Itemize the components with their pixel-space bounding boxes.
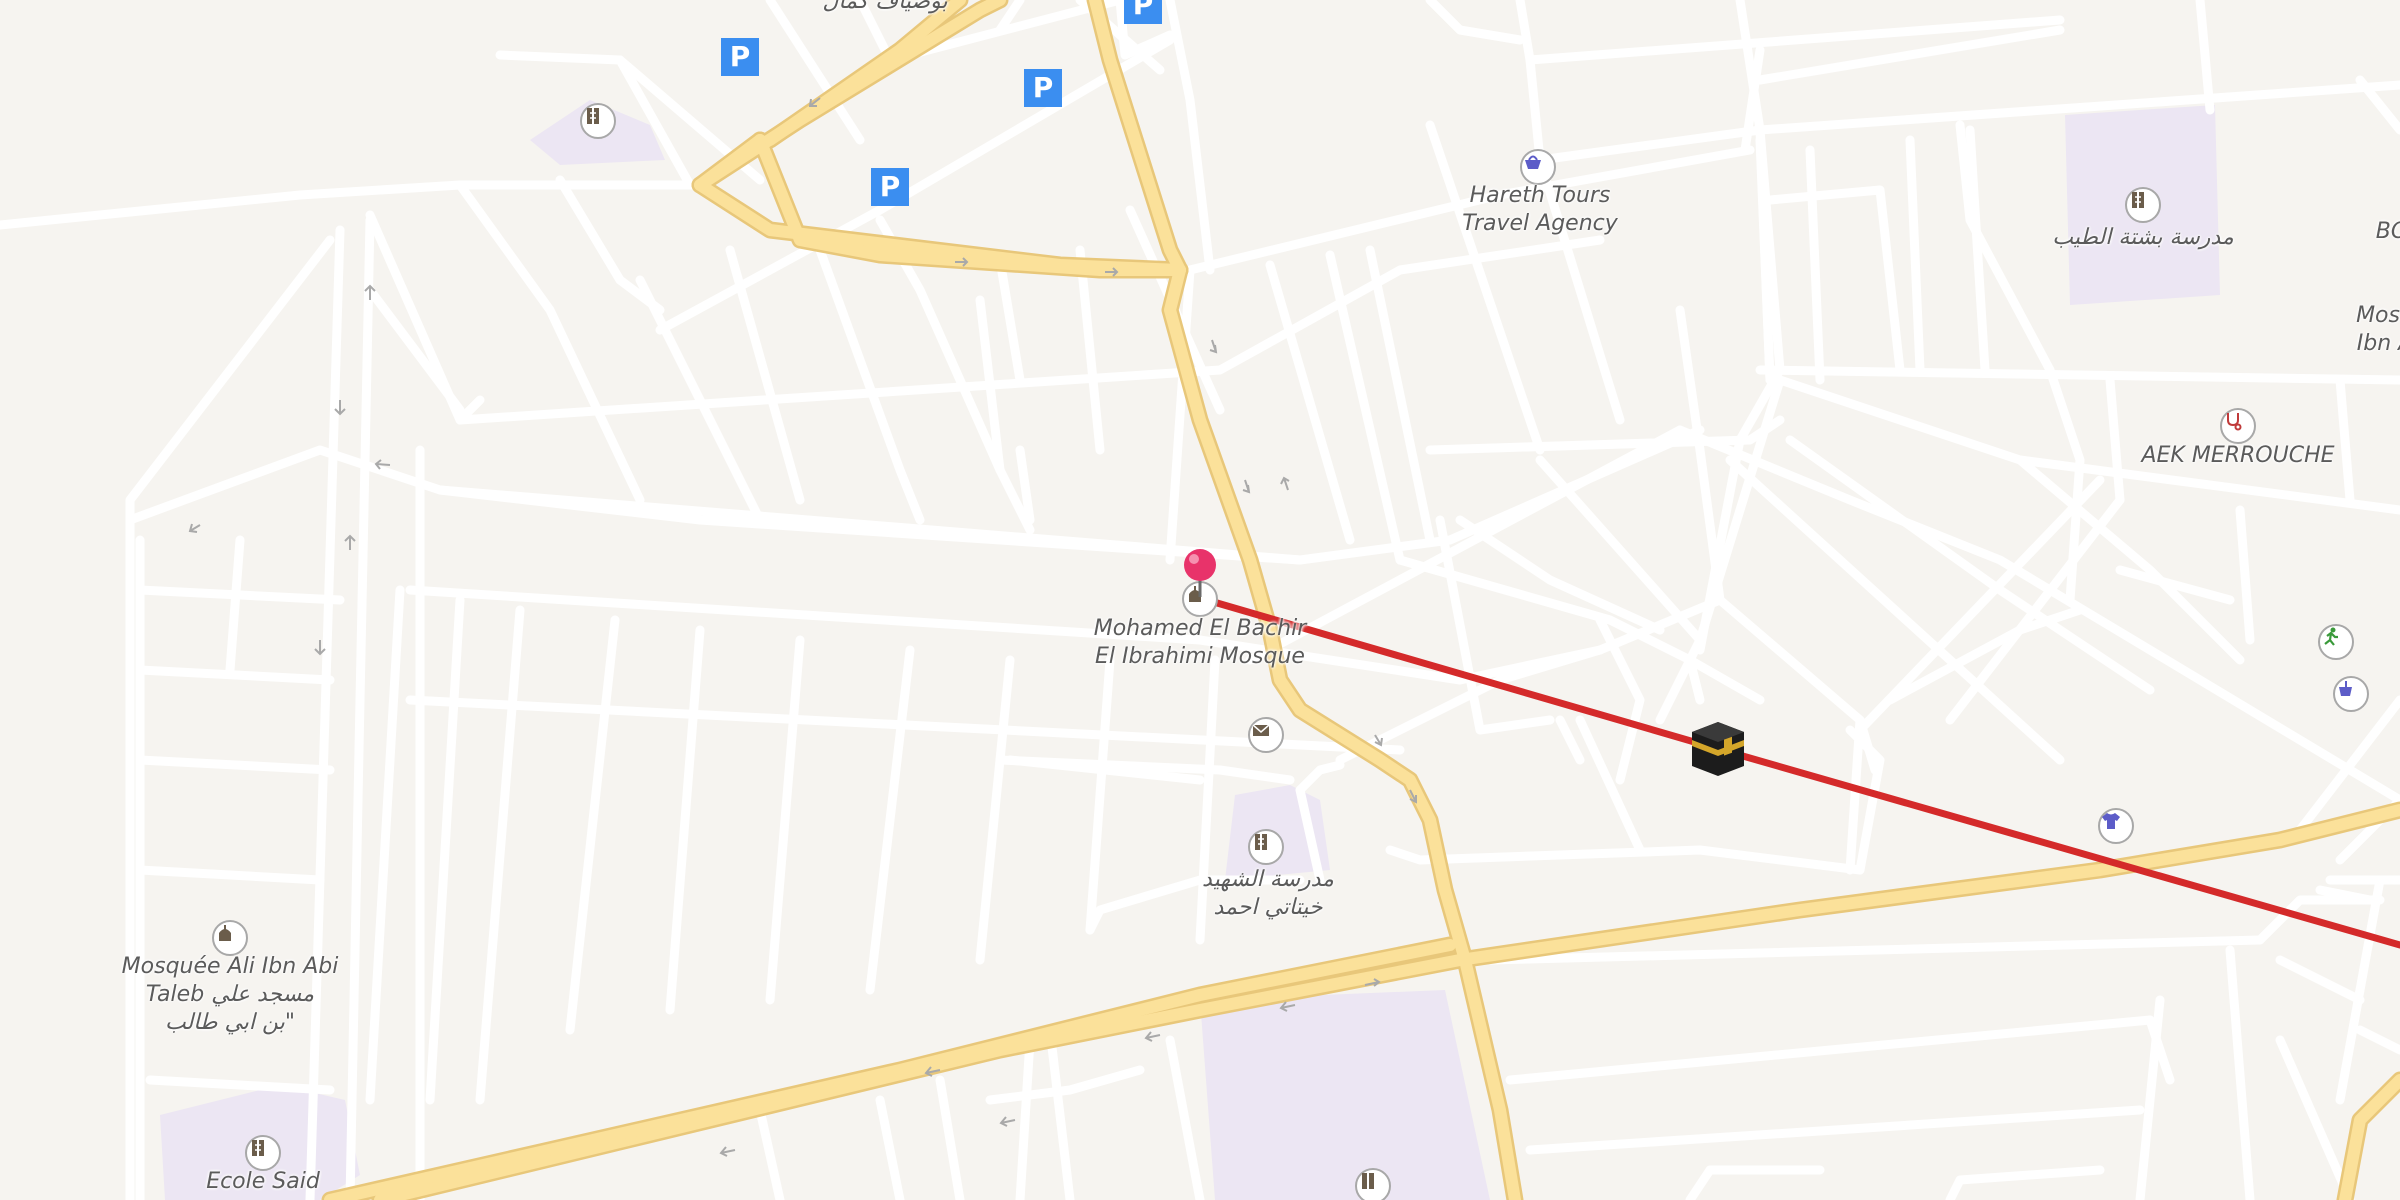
shopping-basket-icon[interactable] <box>1520 149 1556 185</box>
label-line: خيتاتي احمد <box>1213 895 1323 920</box>
label-line: El Ibrahimi Mosque <box>1095 644 1305 669</box>
route-line <box>1196 594 2400 949</box>
label-hareth-tours[interactable]: Hareth Tours Travel Agency <box>1462 182 1618 238</box>
parking-icon[interactable]: P <box>1024 69 1062 107</box>
kaaba-icon[interactable] <box>1690 720 1746 778</box>
running-icon[interactable] <box>2318 624 2354 660</box>
school-icon[interactable] <box>1355 1168 1391 1200</box>
label-line: Travel Agency <box>1462 211 1618 236</box>
label-line: Mohamed El Bachir <box>1093 616 1307 641</box>
label-line: مدرسة الشهيد <box>1202 867 1334 892</box>
label-bachir-mosque[interactable]: Mohamed El Bachir El Ibrahimi Mosque <box>1094 615 1307 671</box>
stethoscope-icon[interactable] <box>2220 408 2256 444</box>
label-mosque-ali[interactable]: Mosquée Ali Ibn Abi Taleb مسجد علي بن اب… <box>122 953 339 1037</box>
label-aek-merrouche[interactable]: AEK MERROUCHE <box>2141 442 2334 470</box>
school-icon[interactable] <box>580 103 616 139</box>
parking-icon[interactable]: P <box>1124 0 1162 24</box>
label-line: Taleb مسجد علي <box>145 982 315 1007</box>
school-icon[interactable] <box>2125 187 2161 223</box>
label-top-cut: بوضياف كمال <box>822 0 948 14</box>
label-line: بن ابي طالب" <box>164 1010 296 1035</box>
parking-icon[interactable]: P <box>871 168 909 206</box>
label-line: Mosq <box>2356 303 2400 328</box>
label-right-cut-2: Mosq Ibn A <box>2356 302 2400 358</box>
label-line: Hareth Tours <box>1469 183 1611 208</box>
school-icon[interactable] <box>1248 829 1284 865</box>
school-icon[interactable] <box>245 1135 281 1171</box>
cafe-icon[interactable] <box>2333 676 2369 712</box>
label-ecole-said[interactable]: Ecole Said <box>206 1168 320 1196</box>
mail-icon[interactable] <box>1248 717 1284 753</box>
mosque-icon[interactable] <box>212 920 248 956</box>
label-school-bachta[interactable]: مدرسة بشتة الطيب <box>2052 224 2233 252</box>
map-canvas[interactable]: P P P P بوضياف كمال Hareth Tours Travel … <box>0 0 2400 1200</box>
label-school-chouhada[interactable]: مدرسة الشهيد خيتاتي احمد <box>1202 866 1334 922</box>
tshirt-icon[interactable] <box>2098 808 2134 844</box>
label-line: Mosquée Ali Ibn Abi <box>121 954 339 979</box>
label-line: Ibn A <box>2356 331 2400 356</box>
label-right-cut-1: BO <box>2375 219 2400 244</box>
parking-icon[interactable]: P <box>721 38 759 76</box>
pin-icon[interactable] <box>1182 547 1218 597</box>
